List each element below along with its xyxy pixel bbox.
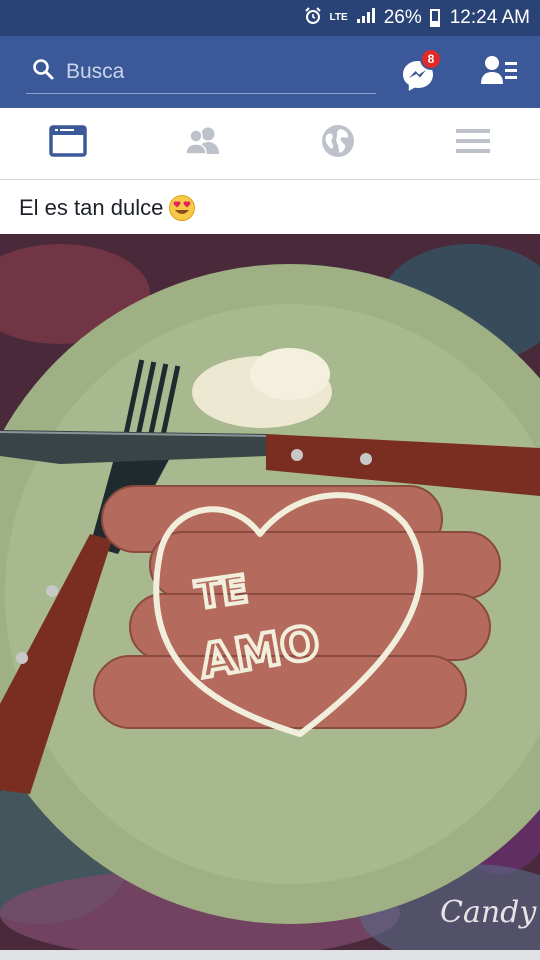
messenger-badge: 8 — [420, 48, 442, 70]
tab-friend-requests[interactable] — [135, 108, 270, 179]
messenger-button[interactable]: 8 — [398, 48, 442, 94]
post-photo[interactable]: TE AMO Candy — [0, 234, 540, 950]
post-caption: El es tan dulce — [0, 182, 540, 234]
friends-list-icon — [480, 56, 520, 92]
post-text: El es tan dulce — [19, 195, 164, 220]
tab-bar — [0, 108, 540, 180]
friends-icon — [184, 126, 222, 161]
top-bar: Busca 8 — [0, 36, 540, 108]
bottom-divider — [0, 950, 540, 960]
search-input[interactable]: Busca — [26, 50, 376, 94]
globe-icon — [321, 124, 355, 163]
signal-icon — [356, 6, 376, 30]
alarm-icon — [304, 6, 322, 30]
friends-list-button[interactable] — [480, 54, 520, 90]
news-feed-icon — [48, 125, 87, 162]
tab-more[interactable] — [405, 108, 540, 179]
svg-text:TE: TE — [193, 567, 251, 618]
heart-eyes-emoji-icon — [169, 195, 196, 221]
tab-news-feed[interactable] — [0, 108, 135, 179]
lte-label: LTE — [329, 12, 348, 23]
battery-percent: 26% — [383, 7, 422, 28]
clock: 12:24 AM — [449, 7, 530, 28]
svg-text:Candy: Candy — [440, 895, 537, 930]
hot-dogs-photo: TE AMO Candy — [0, 234, 540, 950]
tab-notifications[interactable] — [270, 108, 405, 179]
search-placeholder: Busca — [66, 59, 125, 83]
battery-icon — [429, 9, 440, 27]
status-bar: LTE 26% 12:24 AM — [0, 0, 540, 36]
search-icon — [32, 58, 54, 85]
hamburger-icon — [455, 128, 490, 159]
